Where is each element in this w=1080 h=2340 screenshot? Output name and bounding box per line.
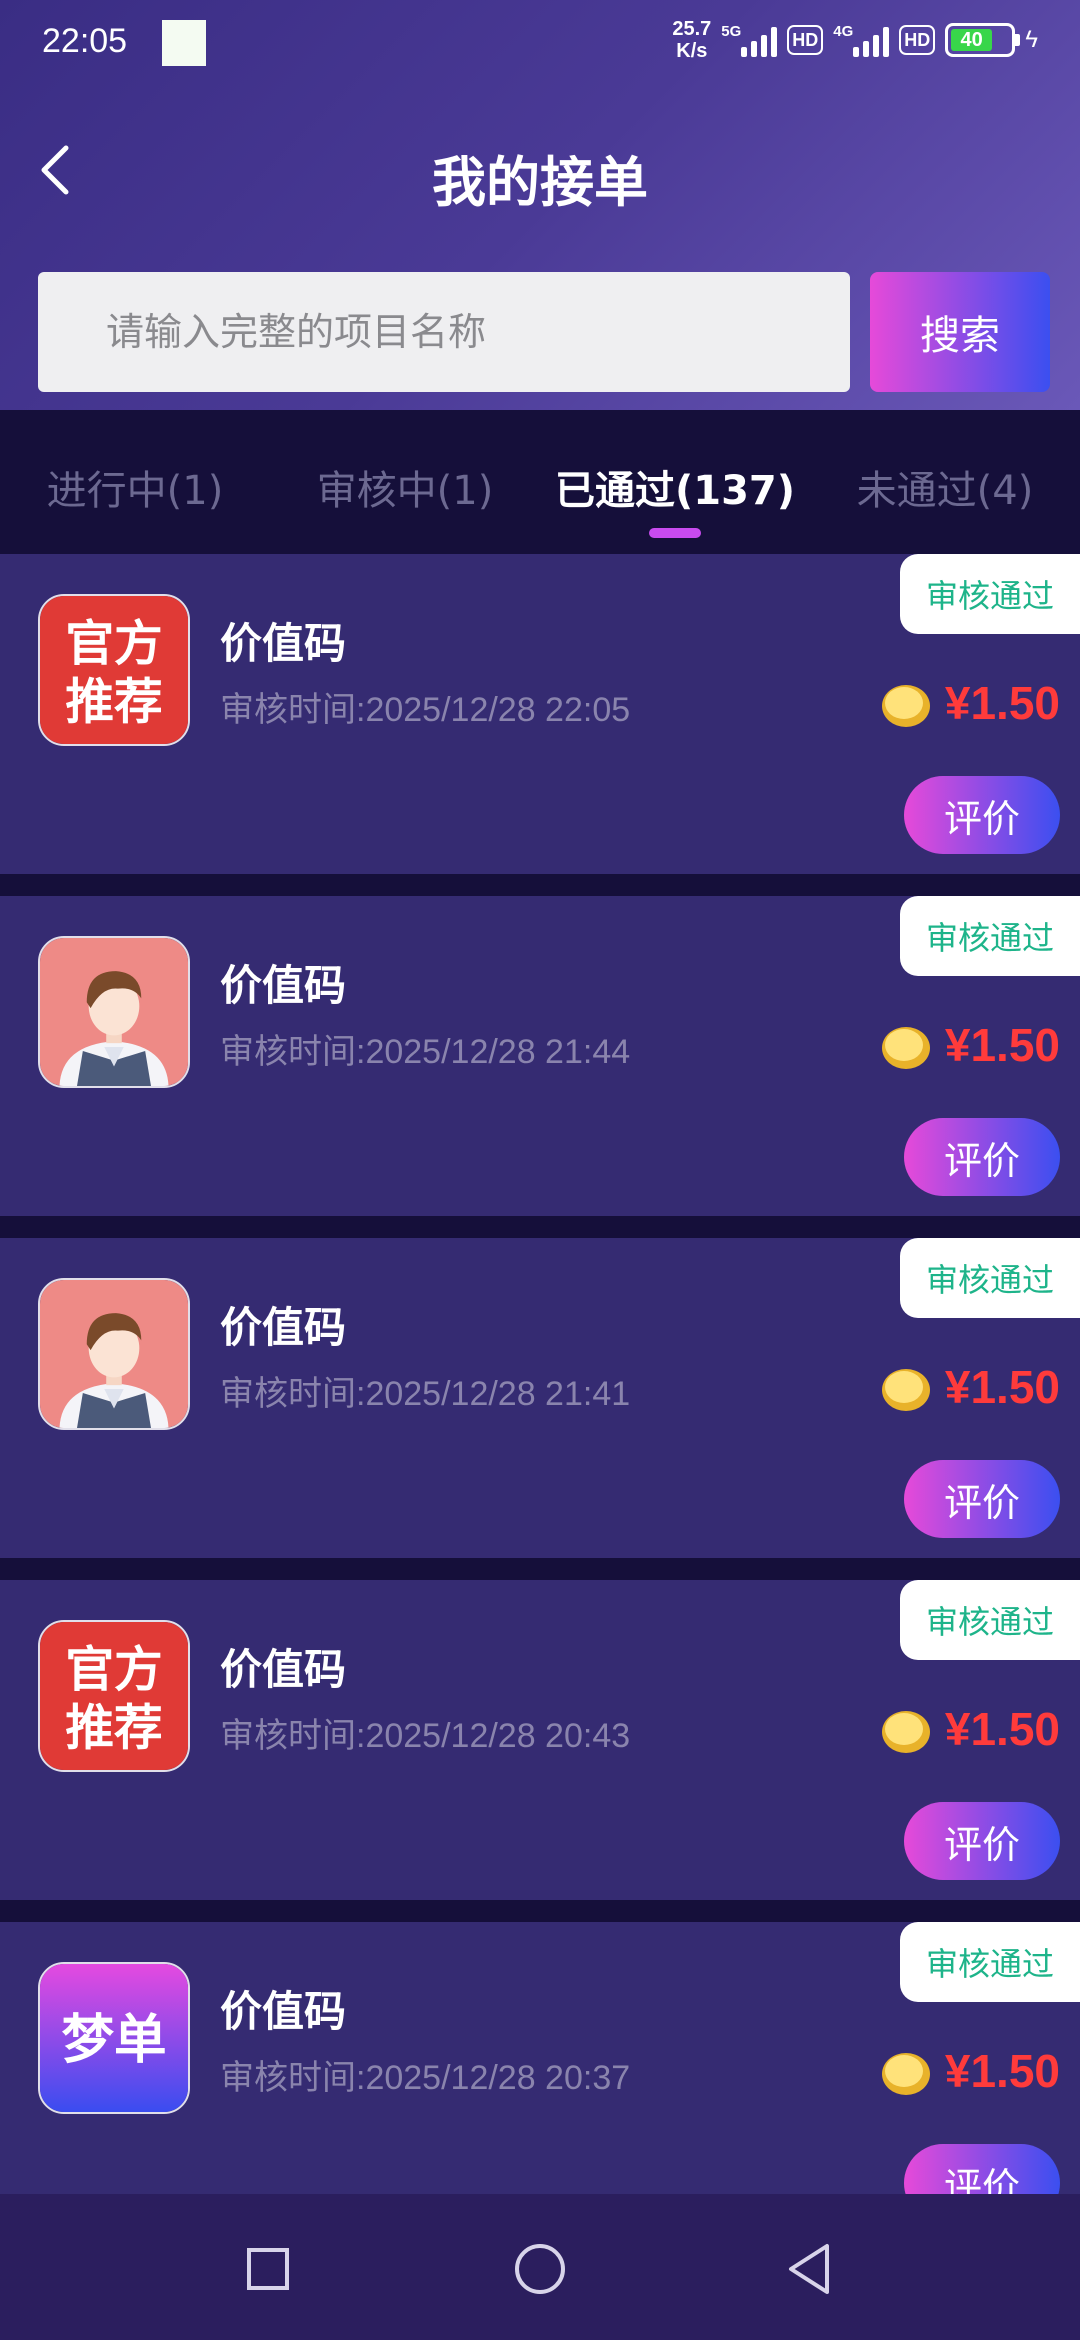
- search-button[interactable]: 搜索: [870, 272, 1050, 392]
- order-title: 价值码: [220, 1303, 347, 1352]
- rate-button[interactable]: 评价: [904, 2144, 1060, 2194]
- rate-button[interactable]: 评价: [904, 1802, 1060, 1880]
- rate-button[interactable]: 评价: [904, 1460, 1060, 1538]
- recent-apps-icon[interactable]: [233, 2234, 303, 2304]
- system-nav-bar: [0, 2194, 1080, 2340]
- coin-icon: [882, 1027, 930, 1069]
- order-title: 价值码: [220, 961, 347, 1010]
- coin-icon: [882, 1369, 930, 1411]
- reward-price: ¥1.50: [944, 1703, 1060, 1755]
- review-time: 审核时间:2025/12/28 20:43: [220, 1717, 631, 1755]
- battery-icon: 40: [945, 23, 1021, 57]
- home-icon[interactable]: [505, 2234, 575, 2304]
- tab-in-progress[interactable]: 进行中(1): [0, 410, 270, 554]
- reward-price: ¥1.50: [944, 1361, 1060, 1413]
- hd-badge: HD: [787, 25, 824, 55]
- back-triangle-icon[interactable]: [775, 2234, 845, 2304]
- sim1-label: 5G: [721, 23, 742, 40]
- nav-bar: 我的接单: [0, 120, 1080, 220]
- search-input[interactable]: [38, 272, 850, 392]
- order-title: 价值码: [220, 1645, 347, 1694]
- hd-badge-2: HD: [899, 25, 936, 55]
- net-speed: 25.7 K/s: [672, 18, 711, 62]
- header: 22:05 25.7 K/s 5G HD 4G HD 40 ϟ 我的接单 请输入…: [0, 0, 1080, 410]
- signal-5g-icon: 5G: [721, 23, 778, 57]
- status-badge: 审核通过: [900, 1922, 1080, 2002]
- rate-button[interactable]: 评价: [904, 1118, 1060, 1196]
- order-title: 价值码: [220, 1987, 347, 2036]
- order-list[interactable]: 官方 推荐 价值码 审核时间:2025/12/28 22:05 审核通过 ¥1.…: [0, 554, 1080, 2194]
- status-badge: 审核通过: [900, 1580, 1080, 1660]
- mengdan-logo-icon: 梦单: [38, 1962, 190, 2114]
- coin-icon: [882, 1711, 930, 1753]
- official-recommend-icon: 官方 推荐: [38, 1620, 190, 1772]
- tab-reviewing[interactable]: 审核中(1): [270, 410, 540, 554]
- icon-text: 推荐: [65, 1701, 162, 1757]
- icon-text: 官方: [65, 616, 162, 672]
- reward-price: ¥1.50: [944, 677, 1060, 729]
- order-card[interactable]: 价值码 审核时间:2025/12/28 21:41 审核通过 ¥1.50 评价: [0, 1238, 1080, 1558]
- net-speed-unit: K/s: [676, 40, 708, 62]
- charging-icon: ϟ: [1025, 26, 1038, 53]
- page-title: 我的接单: [432, 151, 648, 214]
- icon-text: 官方: [65, 1642, 162, 1698]
- avatar-icon: [38, 936, 190, 1088]
- icon-text: 推荐: [65, 675, 162, 731]
- icon-text: 梦单: [61, 2009, 166, 2070]
- status-badge: 审核通过: [900, 554, 1080, 634]
- net-speed-value: 25.7: [672, 18, 712, 40]
- order-card[interactable]: 官方 推荐 价值码 审核时间:2025/12/28 20:43 审核通过 ¥1.…: [0, 1580, 1080, 1900]
- status-indicators: 25.7 K/s 5G HD 4G HD 40 ϟ: [672, 18, 1038, 62]
- official-recommend-icon: 官方 推荐: [38, 594, 190, 746]
- order-card[interactable]: 价值码 审核时间:2025/12/28 21:44 审核通过 ¥1.50 评价: [0, 896, 1080, 1216]
- tab-approved[interactable]: 已通过(137): [540, 410, 810, 554]
- order-title: 价值码: [220, 619, 347, 668]
- coin-icon: [882, 2053, 930, 2095]
- review-time: 审核时间:2025/12/28 22:05: [220, 691, 631, 729]
- battery-level: 40: [951, 29, 992, 51]
- order-card[interactable]: 官方 推荐 价值码 审核时间:2025/12/28 22:05 审核通过 ¥1.…: [0, 554, 1080, 874]
- status-badge: 审核通过: [900, 896, 1080, 976]
- notification-icon: [162, 20, 206, 66]
- reward-price: ¥1.50: [944, 2045, 1060, 2097]
- sim2-label: 4G: [833, 23, 854, 40]
- avatar-icon: [38, 1278, 190, 1430]
- signal-4g-icon: 4G: [833, 23, 890, 57]
- rate-button[interactable]: 评价: [904, 776, 1060, 854]
- status-tabs: 进行中(1) 审核中(1) 已通过(137) 未通过(4): [0, 410, 1080, 554]
- order-card[interactable]: 梦单 价值码 审核时间:2025/12/28 20:37 审核通过 ¥1.50 …: [0, 1922, 1080, 2194]
- status-badge: 审核通过: [900, 1238, 1080, 1318]
- tab-rejected[interactable]: 未通过(4): [810, 410, 1080, 554]
- coin-icon: [882, 685, 930, 727]
- review-time: 审核时间:2025/12/28 20:37: [220, 2059, 631, 2097]
- status-bar: 22:05 25.7 K/s 5G HD 4G HD 40 ϟ: [0, 0, 1080, 90]
- review-time: 审核时间:2025/12/28 21:44: [220, 1033, 631, 1071]
- review-time: 审核时间:2025/12/28 21:41: [220, 1375, 631, 1413]
- status-time: 22:05: [42, 22, 128, 60]
- reward-price: ¥1.50: [944, 1019, 1060, 1071]
